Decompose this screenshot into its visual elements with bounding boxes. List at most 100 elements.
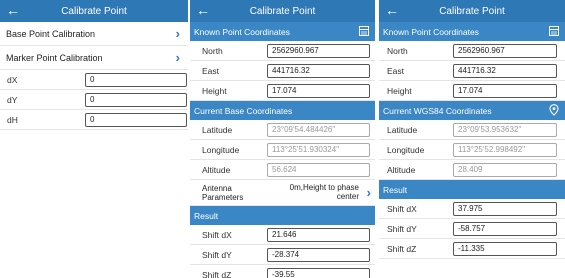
field-label: Altitude	[387, 164, 416, 175]
menu-item-label: Base Point Calibration	[6, 28, 96, 39]
shift-row-dh: dH 0	[0, 110, 188, 130]
known-point-section-header: Known Point Coordinates	[379, 22, 565, 41]
chevron-right-icon: ›	[175, 26, 180, 41]
field-label: Latitude	[387, 124, 418, 135]
shift-dz-field: -11.335	[453, 242, 557, 256]
north-row: North 2562960.967	[190, 41, 375, 61]
dh-input[interactable]: 0	[85, 113, 187, 127]
shift-dy-field: -28.374	[267, 248, 370, 262]
shift-row-dx: dX 0	[0, 70, 188, 90]
height-input[interactable]: 17.074	[453, 84, 557, 98]
chevron-right-icon: ›	[175, 50, 180, 65]
longitude-row: Longitude 113°25'52.998492"	[379, 140, 565, 160]
shift-dz-row: Shift dZ -11.335	[379, 239, 565, 259]
page-title: Calibrate Point	[61, 5, 127, 17]
longitude-field: 113°25'51.930324"	[267, 143, 370, 157]
north-input[interactable]: 2562960.967	[453, 44, 557, 58]
chevron-right-icon: ›	[366, 185, 371, 200]
section-title: Known Point Coordinates	[194, 26, 290, 37]
title-bar: ← Calibrate Point	[379, 0, 565, 22]
altitude-row: Altitude 56.624	[190, 160, 375, 180]
field-label: Shift dY	[387, 223, 417, 234]
known-point-section-header: Known Point Coordinates	[190, 22, 375, 41]
field-label: Shift dY	[202, 249, 232, 260]
page-title: Calibrate Point	[249, 5, 316, 17]
shift-dx-row: Shift dX 37.975	[379, 199, 565, 219]
altitude-field: 28.409	[453, 163, 557, 177]
location-pin-icon[interactable]	[549, 104, 559, 116]
back-arrow-icon[interactable]: ←	[196, 3, 210, 17]
field-label: Shift dZ	[387, 243, 417, 254]
shift-dx-field: 21.646	[267, 228, 370, 242]
section-title: Result	[383, 184, 408, 195]
height-input[interactable]: 17.074	[267, 84, 370, 98]
page-title: Calibrate Point	[439, 5, 505, 17]
altitude-field: 56.624	[267, 163, 370, 177]
section-title: Result	[194, 210, 219, 221]
latitude-field: 23°09'54.484426"	[267, 123, 370, 137]
title-bar: ← Calibrate Point	[0, 0, 188, 22]
wgs84-section-header: Current WGS84 Coordinates	[379, 101, 565, 120]
shift-row-dy: dY 0	[0, 90, 188, 110]
east-row: East 441716.32	[190, 61, 375, 81]
calibrate-panel-3: ← Calibrate Point Known Point Coordinate…	[379, 0, 565, 278]
field-label: dH	[7, 114, 18, 125]
field-label: Latitude	[202, 124, 233, 135]
latitude-field: 23°09'53.953632"	[453, 123, 557, 137]
menu-item-label: Marker Point Calibration	[6, 52, 103, 63]
section-title: Current Base Coordinates	[194, 105, 293, 116]
field-label: dY	[7, 94, 18, 105]
section-title: Known Point Coordinates	[383, 26, 479, 37]
east-input[interactable]: 441716.32	[267, 64, 370, 78]
height-row: Height 17.074	[379, 81, 565, 101]
shift-dy-row: Shift dY -28.374	[190, 245, 375, 265]
base-point-calibration-item[interactable]: Base Point Calibration ›	[0, 22, 188, 46]
shift-dy-field: -58.757	[453, 222, 557, 236]
field-label: Height	[202, 85, 227, 96]
shift-dy-row: Shift dY -58.757	[379, 219, 565, 239]
shift-dx-field: 37.975	[453, 202, 557, 216]
dy-input[interactable]: 0	[85, 93, 187, 107]
antenna-parameters-value: 0m,Height to phase center	[289, 183, 359, 201]
field-label: dX	[7, 74, 18, 85]
marker-point-calibration-item[interactable]: Marker Point Calibration ›	[0, 46, 188, 70]
calibrate-panel-1: ← Calibrate Point Base Point Calibration…	[0, 0, 188, 278]
antenna-parameters-label: Antenna Parameters	[202, 183, 244, 202]
field-label: North	[387, 45, 408, 56]
section-title: Current WGS84 Coordinates	[383, 105, 492, 116]
list-icon[interactable]	[549, 26, 559, 36]
east-row: East 441716.32	[379, 61, 565, 81]
list-icon[interactable]	[359, 26, 369, 36]
field-label: Shift dX	[387, 203, 417, 214]
latitude-row: Latitude 23°09'54.484426"	[190, 120, 375, 140]
result-section-header: Result	[190, 206, 375, 225]
back-arrow-icon[interactable]: ←	[385, 3, 399, 17]
east-input[interactable]: 441716.32	[453, 64, 557, 78]
longitude-field: 113°25'52.998492"	[453, 143, 557, 157]
field-label: Longitude	[202, 144, 240, 155]
shift-dx-row: Shift dX 21.646	[190, 225, 375, 245]
result-section-header: Result	[379, 180, 565, 199]
altitude-row: Altitude 28.409	[379, 160, 565, 180]
latitude-row: Latitude 23°09'53.953632"	[379, 120, 565, 140]
back-arrow-icon[interactable]: ←	[6, 3, 20, 17]
field-label: Longitude	[387, 144, 425, 155]
field-label: North	[202, 45, 223, 56]
field-label: East	[202, 65, 220, 76]
base-coordinates-section-header: Current Base Coordinates	[190, 101, 375, 120]
field-label: East	[387, 65, 405, 76]
shift-dz-row: Shift dZ -39.55	[190, 265, 375, 278]
height-row: Height 17.074	[190, 81, 375, 101]
longitude-row: Longitude 113°25'51.930324"	[190, 140, 375, 160]
field-label: Shift dZ	[202, 269, 232, 278]
field-label: Altitude	[202, 164, 231, 175]
dx-input[interactable]: 0	[85, 73, 187, 87]
calibrate-panel-2: ← Calibrate Point Known Point Coordinate…	[190, 0, 375, 278]
field-label: Height	[387, 85, 412, 96]
north-row: North 2562960.967	[379, 41, 565, 61]
title-bar: ← Calibrate Point	[190, 0, 375, 22]
north-input[interactable]: 2562960.967	[267, 44, 370, 58]
field-label: Shift dX	[202, 229, 232, 240]
antenna-parameters-row[interactable]: Antenna Parameters 0m,Height to phase ce…	[190, 180, 375, 206]
shift-dz-field: -39.55	[267, 268, 370, 278]
